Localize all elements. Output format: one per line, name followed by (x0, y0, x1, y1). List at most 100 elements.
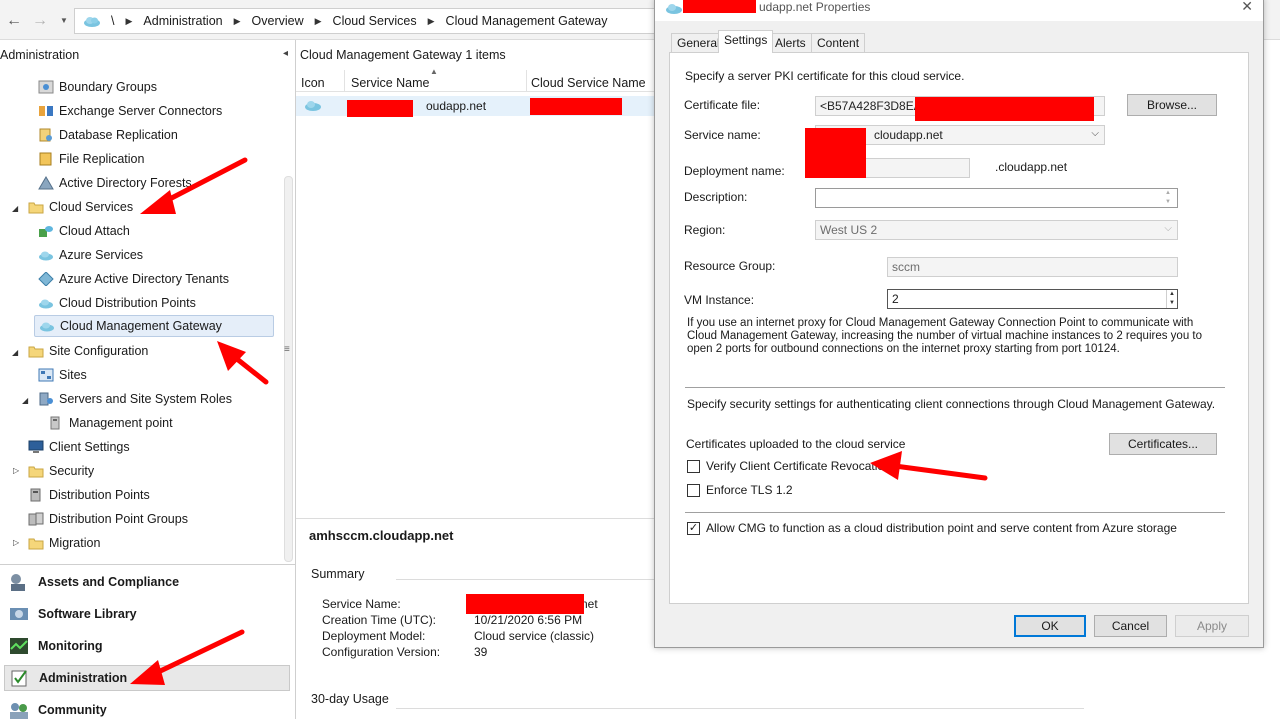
tree-item-management-point[interactable]: Management point (48, 412, 173, 434)
tab-alerts[interactable]: Alerts (769, 33, 812, 52)
tree-item-exchange-server-connectors[interactable]: Exchange Server Connectors (38, 100, 222, 122)
field-label: Creation Time (UTC): (322, 613, 437, 627)
breadcrumb-item-overview[interactable]: Overview (252, 14, 304, 28)
tree-item-migration[interactable]: Migration (28, 532, 100, 554)
summary-divider (396, 579, 680, 580)
workspace-label: Administration (39, 671, 128, 685)
tree-item-label: Security (49, 464, 95, 478)
chevron-down-icon[interactable]: ⌵ (1091, 128, 1099, 139)
column-header-icon[interactable]: Icon (301, 76, 325, 90)
administration-icon (11, 670, 27, 687)
tree-item-azure-active-directory-tenants[interactable]: Azure Active Directory Tenants (38, 268, 229, 290)
chevron-right-icon[interactable]: ▶ (234, 16, 241, 27)
distribution-points-icon (30, 488, 41, 502)
column-header-service-name[interactable]: Service Name (351, 76, 430, 90)
settings-tab-panel: Specify a server PKI certificate for thi… (669, 52, 1249, 604)
collapse-triangle-icon[interactable]: ◢ (22, 396, 28, 405)
tree-item-database-replication[interactable]: Database Replication (38, 124, 178, 146)
servers-icon (39, 392, 53, 406)
allow-cdp-checkbox[interactable]: ✓ (687, 522, 700, 535)
section-divider (685, 512, 1225, 513)
tree-item-servers-and-site-system-roles[interactable]: Servers and Site System Roles (38, 388, 232, 410)
tree-scrollbar[interactable] (284, 176, 293, 562)
column-header-cloud-service-name[interactable]: Cloud Service Name (531, 76, 646, 90)
tree-item-label: Azure Services (59, 248, 144, 262)
tree-item-cloud-distribution-points[interactable]: Cloud Distribution Points (38, 292, 196, 314)
enforce-tls-label[interactable]: Enforce TLS 1.2 (706, 483, 793, 497)
breadcrumb-item-cloud-management-gateway[interactable]: Cloud Management Gateway (446, 14, 608, 28)
collapse-triangle-icon[interactable]: ◢ (12, 348, 18, 357)
section-divider (685, 387, 1225, 388)
description-field[interactable] (815, 188, 1178, 208)
collapse-triangle-icon[interactable]: ◢ (12, 204, 18, 213)
folder-icon (28, 466, 44, 478)
folder-icon (28, 346, 44, 358)
certificates-button[interactable]: Certificates... (1109, 433, 1217, 455)
summary-heading: Summary (311, 567, 365, 581)
tree-item-file-replication[interactable]: File Replication (38, 148, 144, 170)
apply-button[interactable]: Apply (1175, 615, 1249, 637)
breadcrumb-root[interactable]: \ (111, 14, 114, 28)
allow-cdp-label[interactable]: Allow CMG to function as a cloud distrib… (706, 521, 1177, 535)
vm-instance-stepper[interactable]: 2 ▲ ▼ (887, 289, 1178, 309)
splitter-grip-icon[interactable]: ≡ (284, 344, 290, 355)
tree-item-sites[interactable]: Sites (38, 364, 87, 386)
ok-button[interactable]: OK (1014, 615, 1086, 637)
database-replication-icon (39, 128, 52, 142)
back-arrow-icon[interactable]: ← (6, 12, 22, 30)
workspace-administration[interactable]: Administration (4, 665, 290, 691)
tree-item-label: Exchange Server Connectors (59, 104, 223, 118)
collapse-pane-icon[interactable]: ◂ (283, 48, 288, 59)
expand-triangle-icon[interactable]: ▷ (13, 538, 19, 547)
chevron-right-icon[interactable]: ▶ (315, 16, 322, 27)
tab-settings[interactable]: Settings (718, 30, 774, 53)
enforce-tls-checkbox[interactable] (687, 484, 700, 497)
workspace-community[interactable]: Community (4, 697, 290, 719)
tree-item-cloud-management-gateway[interactable]: Cloud Management Gateway (34, 315, 274, 337)
sites-icon (38, 368, 54, 382)
ad-forest-icon (38, 176, 54, 190)
boundary-groups-icon (38, 80, 54, 94)
tree-item-label: Cloud Services (49, 200, 134, 214)
spin-arrows-icon[interactable]: ▲ ▼ (1166, 290, 1177, 308)
tree-item-label: Distribution Points (49, 488, 150, 502)
cloud-attach-icon (39, 226, 53, 237)
deployment-name-label: Deployment name: (684, 164, 785, 178)
expand-triangle-icon[interactable]: ▷ (13, 466, 19, 475)
tree-item-cloud-services[interactable]: Cloud Services (28, 196, 133, 218)
tree-item-site-configuration[interactable]: Site Configuration (28, 340, 148, 362)
column-divider[interactable] (344, 70, 345, 92)
assets-icon (11, 574, 25, 591)
workspace-monitoring[interactable]: Monitoring (4, 633, 290, 659)
description-spin-icon[interactable]: ▲ ▼ (1165, 189, 1171, 207)
tree-item-azure-services[interactable]: Azure Services (38, 244, 143, 266)
tab-content[interactable]: Content (811, 33, 866, 52)
tree-item-client-settings[interactable]: Client Settings (28, 436, 130, 458)
tree-item-distribution-points[interactable]: Distribution Points (28, 484, 150, 506)
chevron-right-icon[interactable]: ▶ (125, 16, 132, 27)
field-label: Service Name: (322, 597, 401, 611)
breadcrumb-item-cloud-services[interactable]: Cloud Services (333, 14, 417, 28)
tree-item-active-directory-forests[interactable]: Active Directory Forests (38, 172, 192, 194)
chevron-right-icon[interactable]: ▶ (428, 16, 435, 27)
workspace-software-library[interactable]: Software Library (4, 601, 290, 627)
service-name-label: Service name: (684, 128, 761, 142)
tree-item-label: Cloud Attach (59, 224, 130, 238)
history-dropdown-icon[interactable]: ▼ (60, 16, 68, 25)
cancel-button[interactable]: Cancel (1094, 615, 1167, 637)
breadcrumb[interactable]: \ ▶ Administration ▶ Overview ▶ Cloud Se… (74, 8, 674, 34)
field-value-configuration-version: 39 (474, 645, 488, 659)
browse-button[interactable]: Browse... (1127, 94, 1217, 116)
breadcrumb-item-administration[interactable]: Administration (143, 14, 222, 28)
tree-item-distribution-point-groups[interactable]: Distribution Point Groups (28, 508, 188, 530)
tree-item-cloud-attach[interactable]: Cloud Attach (38, 220, 130, 242)
close-icon[interactable]: ✕ (1241, 0, 1253, 15)
verify-revocation-label[interactable]: Verify Client Certificate Revocation (706, 459, 891, 473)
column-divider[interactable] (526, 70, 527, 92)
tree-item-boundary-groups[interactable]: Boundary Groups (38, 76, 157, 98)
workspace-assets-and-compliance[interactable]: Assets and Compliance (4, 569, 290, 595)
forward-arrow-icon[interactable]: → (32, 12, 48, 30)
tree-item-security[interactable]: Security (28, 460, 94, 482)
verify-revocation-checkbox[interactable] (687, 460, 700, 473)
deployment-suffix: .cloudapp.net (995, 160, 1068, 174)
